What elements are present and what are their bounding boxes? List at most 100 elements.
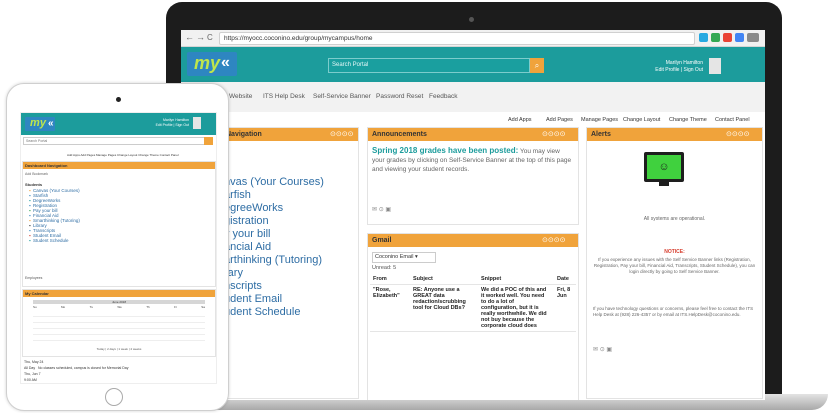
avatar[interactable] (193, 117, 201, 129)
email-date: Fri, 8 Jun (554, 284, 576, 332)
quick-navigation-portlet: Navigation ⊙⊙⊙⊙ nvas (Your Courses) arfi… (221, 127, 359, 399)
account-select-value: Coconino Email (375, 254, 414, 260)
quick-link[interactable]: gistration (224, 215, 358, 228)
extension-icon[interactable] (735, 33, 744, 42)
event-row[interactable]: 9:00 AM (24, 377, 214, 383)
portlet-controls[interactable]: ⊙⊙⊙⊙ (726, 128, 749, 141)
portlet-controls[interactable]: ⊙⊙⊙⊙ (542, 234, 565, 247)
account-select[interactable]: Coconino Email ▾ (372, 252, 436, 263)
tablet-quick-nav-portlet: Dashboard Navigation Add Bookmark Studen… (22, 161, 216, 287)
menu-item-password[interactable]: Password Reset (376, 92, 423, 102)
weekday: Th (146, 305, 150, 309)
user-name: Marilyn Hamilton (665, 60, 703, 66)
quick-link[interactable]: udent Email (224, 293, 358, 306)
reload-button[interactable]: C (207, 32, 213, 43)
tablet-camera (116, 97, 121, 102)
portlet-title: Announcements (372, 131, 427, 138)
user-links[interactable]: Edit Profile | Sign Out (619, 67, 703, 73)
tablet-calendar-portlet: My Calendar June 2018 Su Mo Tu We Th Fr … (22, 289, 216, 357)
calendar-range-links[interactable]: Today | 2 days | 1 week | 4 weeks (23, 347, 215, 351)
portal-logo-mark: « (48, 118, 54, 129)
feed-icons[interactable]: ✉ ⊙ ▣ (372, 206, 391, 213)
extension-icon[interactable] (699, 33, 708, 42)
search-placeholder: Search Portal (332, 62, 369, 68)
portlet-controls[interactable]: ⊙⊙⊙⊙ (542, 128, 565, 141)
menu-item-website[interactable]: Website (229, 92, 252, 102)
search-icon[interactable] (204, 137, 213, 145)
add-apps-button[interactable]: Add Apps (508, 115, 532, 125)
search-icon[interactable]: ⌕ (530, 58, 544, 73)
email-from: "Rose, Elizabeth" (370, 284, 410, 332)
calendar-weekdays: Su Mo Tu We Th Fr Sa (33, 305, 205, 309)
browser-toolbar: ← → C https://myocc.coconino.edu/group/m… (181, 30, 765, 47)
announcements-portlet: Announcements ⊙⊙⊙⊙ Spring 2018 grades ha… (367, 127, 579, 225)
quick-link[interactable]: nscripts (224, 280, 358, 293)
weekday: Fr (174, 305, 177, 309)
contact-panel-button[interactable]: Contact Panel (715, 115, 750, 125)
address-bar[interactable]: https://myocc.coconino.edu/group/mycampu… (219, 32, 695, 45)
weekday: Mo (61, 305, 66, 309)
calendar-grid[interactable] (33, 311, 205, 343)
event-text: No classes scheduled, campus is closed f… (38, 366, 129, 370)
avatar[interactable] (709, 58, 721, 74)
announcement-body: Spring 2018 grades have been posted: You… (372, 146, 572, 174)
add-pages-button[interactable]: Add Pages (546, 115, 573, 125)
tablet-events: Thu, May 24 All Day No classes scheduled… (24, 359, 214, 383)
quick-link[interactable]: y your bill (224, 228, 358, 241)
event-time: All Day (24, 366, 36, 370)
change-theme-button[interactable]: Change Theme (669, 115, 707, 125)
user-name: Marilyn Hamilton Edit Profile | Sign Out (155, 118, 189, 127)
feed-icons[interactable]: ✉ ⊙ ▣ (593, 346, 612, 353)
search-input[interactable]: Search Portal (23, 137, 205, 145)
weekday: Su (33, 305, 37, 309)
tablet-home-button[interactable] (105, 388, 123, 406)
quick-link[interactable]: ▪ Student Schedule (29, 238, 209, 243)
column-header: From (370, 274, 410, 285)
quick-link[interactable]: ancial Aid (224, 241, 358, 254)
column-header: Date (554, 274, 576, 285)
extension-icon[interactable] (711, 33, 720, 42)
back-button[interactable]: ← (185, 32, 194, 43)
portlet-header: Dashboard Navigation (23, 162, 215, 169)
menu-item-help-desk[interactable]: ITS Help Desk (263, 92, 305, 102)
table-header-row: From Subject Snippet Date (370, 274, 576, 285)
menu-icon[interactable] (747, 33, 759, 42)
manage-pages-button[interactable]: Manage Pages (581, 115, 618, 125)
tablet-actions[interactable]: Add Apps Add Pages Manage Pages Change L… (67, 153, 215, 158)
calendar-month[interactable]: June 2018 (33, 300, 205, 304)
menu-item-banner[interactable]: Self-Service Banner (313, 92, 371, 102)
portlet-title: Navigation (226, 131, 262, 138)
employees-label[interactable]: Employees (25, 276, 42, 280)
unread-count: Unread: 5 (372, 265, 397, 271)
column-header: Snippet (478, 274, 554, 285)
quick-link[interactable]: nvas (Your Courses) (224, 176, 358, 189)
quick-link[interactable]: egreeWorks (224, 202, 358, 215)
table-row[interactable]: "Rose, Elizabeth" RE: Anyone use a GREAT… (370, 284, 576, 332)
forward-button[interactable]: → (196, 32, 205, 43)
tablet-quick-links: ▪ Canvas (Your Courses) ▪ Starfish ▪ Degree… (29, 188, 209, 243)
monitor-stand (659, 182, 669, 186)
weekday: We (117, 305, 122, 309)
menu-item-feedback[interactable]: Feedback (429, 92, 458, 102)
gmail-table: From Subject Snippet Date "Rose, Elizabe… (370, 274, 576, 332)
email-snippet: We did a POC of this and it worked well.… (478, 284, 554, 332)
laptop-camera (469, 17, 474, 22)
announcement-headline: Spring 2018 grades have been posted: (372, 146, 519, 155)
add-bookmark[interactable]: Add Bookmark (25, 172, 48, 176)
portal-header: my « Search Portal ⌕ Marilyn Hamilton Ed… (181, 47, 765, 82)
portlet-header: My Calendar (23, 290, 215, 297)
tablet-portal-header: my « Marilyn Hamilton Edit Profile | Sig… (21, 113, 216, 135)
quick-link[interactable]: udent Schedule (224, 306, 358, 319)
portal-logo-mark: « (221, 54, 230, 71)
laptop-screen: ← → C https://myocc.coconino.edu/group/m… (181, 30, 765, 400)
quick-link[interactable]: arfish (224, 189, 358, 202)
tablet-screen: my « Marilyn Hamilton Edit Profile | Sig… (20, 112, 217, 384)
change-layout-button[interactable]: Change Layout (623, 115, 660, 125)
quick-link[interactable]: arthinking (Tutoring) (224, 254, 358, 267)
extension-icon[interactable] (723, 33, 732, 42)
gmail-portlet: Gmail ⊙⊙⊙⊙ Coconino Email ▾ Unread: 5 Fr… (367, 233, 579, 400)
quick-link[interactable]: rary (224, 267, 358, 280)
email-subject[interactable]: RE: Anyone use a GREAT data redaction/sc… (410, 284, 478, 332)
column-header: Subject (410, 274, 478, 285)
portlet-controls[interactable]: ⊙⊙⊙⊙ (330, 128, 353, 141)
